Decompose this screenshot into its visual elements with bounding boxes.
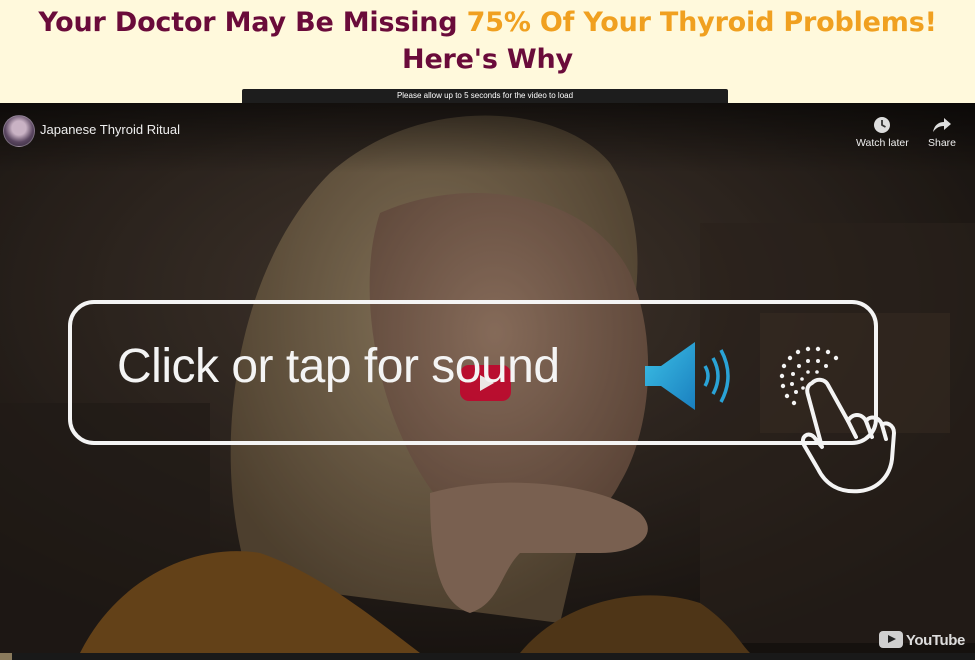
youtube-logo[interactable]: YouTube (878, 631, 966, 649)
clock-icon (874, 117, 891, 133)
sound-prompt-text[interactable]: Click or tap for sound (117, 339, 560, 394)
video-title[interactable]: Japanese Thyroid Ritual (40, 122, 180, 137)
share-arrow-icon (933, 118, 952, 132)
headline-line-2: Here's Why (402, 44, 573, 75)
channel-avatar[interactable] (3, 115, 35, 147)
headline-text: Your Doctor May Be Missing (38, 7, 467, 38)
watch-later-label: Watch later (856, 137, 909, 149)
share-button[interactable]: Share (928, 116, 956, 149)
video-progress-strip (0, 653, 975, 660)
video-player[interactable]: Japanese Thyroid Ritual Watch later Shar… (0, 103, 975, 653)
youtube-logo-text: YouTube (905, 632, 966, 649)
video-load-notice: Please allow up to 5 seconds for the vid… (242, 89, 728, 103)
speaker-icon (645, 342, 730, 410)
watch-later-button[interactable]: Watch later (856, 116, 909, 149)
tap-hand-icon (779, 346, 896, 494)
headline-line-1: Your Doctor May Be Missing 75% Of Your T… (0, 4, 975, 41)
page-headline: Your Doctor May Be Missing 75% Of Your T… (0, 4, 975, 78)
youtube-play-icon (878, 631, 903, 648)
progress-marker (0, 653, 12, 660)
share-label: Share (928, 137, 957, 149)
headline-highlight: 75% Of Your Thyroid Problems! (466, 7, 937, 38)
